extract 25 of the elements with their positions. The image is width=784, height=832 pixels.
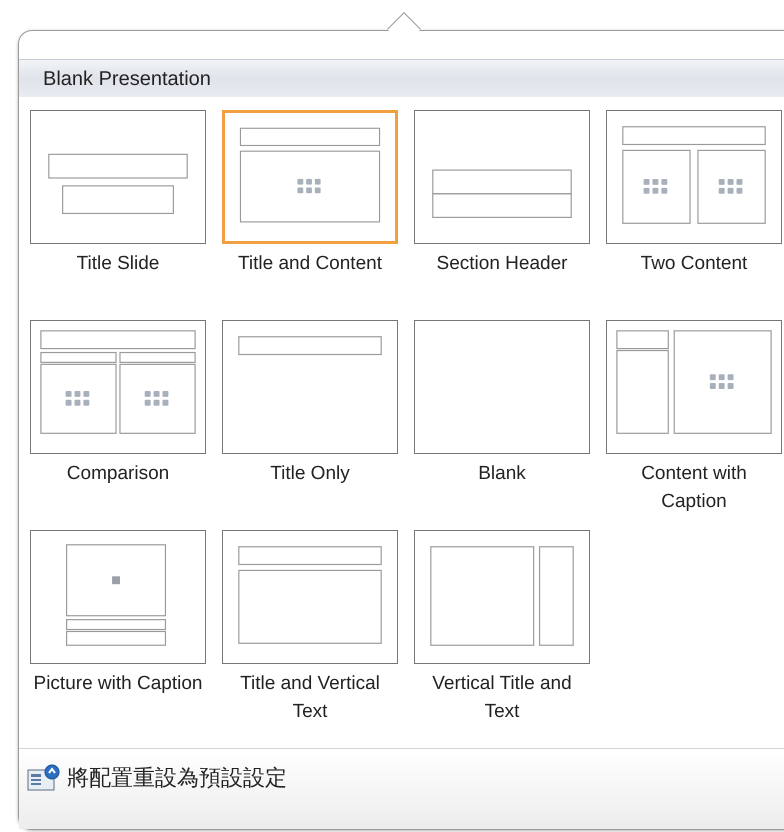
layout-label: Blank <box>477 462 527 486</box>
layout-label: Two Content <box>640 252 748 276</box>
layout-label: Comparison <box>66 462 170 486</box>
layout-thumbnail[interactable] <box>222 110 398 244</box>
slide-reset-icon <box>27 764 61 792</box>
layout-label: Picture with Caption <box>33 672 203 696</box>
layout-label: Content with Caption <box>640 462 748 514</box>
layout-label: Title Only <box>269 462 351 486</box>
layout-thumbnail[interactable] <box>30 110 206 244</box>
reset-layout-button[interactable]: 將配置重設為預設設定 <box>19 749 287 794</box>
layout-thumbnail[interactable] <box>222 530 398 664</box>
layout-thumbnail[interactable] <box>606 110 782 244</box>
layout-thumbnail[interactable] <box>414 530 590 664</box>
layout-label: Title and Vertical Text <box>239 672 381 724</box>
layout-thumbnail[interactable] <box>606 320 782 454</box>
layout-thumbnail[interactable] <box>30 320 206 454</box>
layout-thumbnail[interactable] <box>30 530 206 664</box>
layout-thumbnail[interactable] <box>414 320 590 454</box>
layout-label: Vertical Title and Text <box>431 672 573 724</box>
layout-label: Title Slide <box>76 252 160 276</box>
layout-label: Title and Content <box>237 252 383 276</box>
layout-thumbnail[interactable] <box>414 110 590 244</box>
layout-label: Section Header <box>436 252 568 276</box>
section-title: Blank Presentation <box>43 66 211 92</box>
layout-thumbnail[interactable] <box>222 320 398 454</box>
